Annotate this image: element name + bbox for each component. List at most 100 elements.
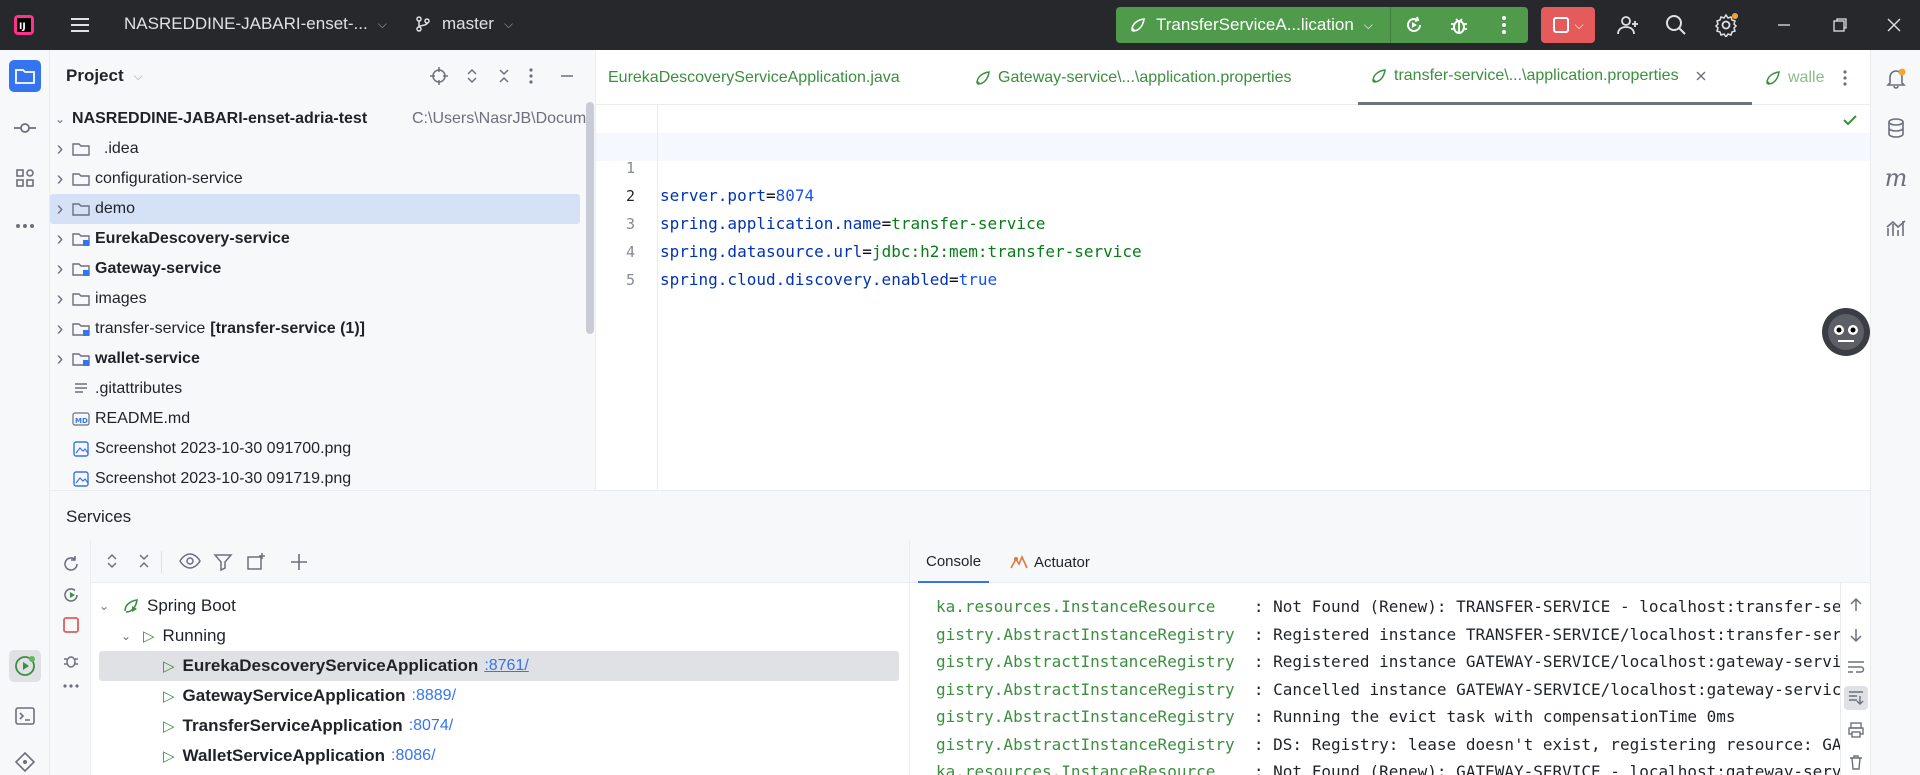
tree-item[interactable]: › wallet-service bbox=[50, 344, 580, 374]
code-line[interactable]: spring.cloud.discovery.enabled=true bbox=[660, 270, 997, 289]
debug-icon[interactable] bbox=[62, 651, 80, 669]
tree-item[interactable]: › demo bbox=[50, 194, 580, 224]
tree-item[interactable]: Screenshot 2023-10-30 091719.png bbox=[50, 464, 580, 490]
tab-transfer-properties[interactable]: transfer-service\...\application.propert… bbox=[1358, 50, 1752, 105]
line-number: 3 bbox=[625, 215, 635, 233]
database-icon[interactable] bbox=[1880, 112, 1912, 144]
new-group-icon[interactable] bbox=[246, 552, 266, 572]
filter-icon[interactable] bbox=[213, 552, 233, 572]
chevron-right-icon[interactable]: › bbox=[50, 258, 70, 281]
notifications-icon[interactable] bbox=[1880, 62, 1912, 94]
profiler-icon[interactable] bbox=[1880, 212, 1912, 244]
tree-item[interactable]: › .idea bbox=[50, 134, 580, 164]
close-window-icon[interactable] bbox=[1882, 13, 1906, 37]
services-tool-icon[interactable] bbox=[9, 650, 41, 682]
git-tool-icon[interactable] bbox=[9, 746, 41, 775]
refresh-icon[interactable] bbox=[62, 555, 80, 573]
settings-icon[interactable] bbox=[1714, 13, 1738, 37]
branch-switcher[interactable]: master ⌵ bbox=[414, 14, 513, 34]
service-port-link[interactable]: :8086/ bbox=[391, 747, 435, 765]
rerun-button[interactable] bbox=[1391, 14, 1436, 36]
print-icon[interactable] bbox=[1847, 721, 1865, 739]
code-line[interactable]: server.port=8074 bbox=[660, 186, 814, 205]
tree-item[interactable]: MD README.md bbox=[50, 404, 580, 434]
line-number-gutter: 1 2 3 4 5 bbox=[596, 105, 658, 490]
locate-icon[interactable] bbox=[430, 67, 448, 85]
clear-all-icon[interactable] bbox=[1847, 753, 1865, 771]
chevron-right-icon[interactable]: › bbox=[50, 168, 70, 191]
terminal-tool-icon[interactable] bbox=[9, 700, 41, 732]
collapse-all-icon[interactable] bbox=[495, 67, 513, 85]
running-group-node[interactable]: ⌄ ▷ Running bbox=[121, 621, 226, 651]
run-config-selector[interactable]: TransferServiceA...lication ⌵ bbox=[1116, 15, 1390, 35]
expand-all-icon[interactable] bbox=[103, 552, 121, 570]
log-source: gistry.AbstractInstanceRegistry bbox=[936, 624, 1254, 644]
tab-wallet[interactable]: walle bbox=[1764, 50, 1836, 105]
tree-item[interactable]: › EurekaDescovery-service bbox=[50, 224, 580, 254]
scroll-down-icon[interactable] bbox=[1848, 627, 1864, 643]
debug-button[interactable] bbox=[1436, 14, 1481, 36]
commit-tool-icon[interactable] bbox=[9, 112, 41, 144]
service-item-eureka[interactable]: ▷ EurekaDescoveryServiceApplication :876… bbox=[163, 651, 529, 681]
add-service-icon[interactable] bbox=[289, 552, 309, 572]
branch-icon bbox=[414, 15, 432, 33]
service-item-transfer[interactable]: ▷ TransferServiceApplication :8074/ bbox=[163, 711, 453, 741]
scrollbar[interactable] bbox=[586, 102, 594, 334]
tree-item[interactable]: › configuration-service bbox=[50, 164, 580, 194]
hide-panel-icon[interactable] bbox=[558, 67, 576, 85]
chevron-right-icon[interactable]: › bbox=[50, 348, 70, 371]
service-port-link[interactable]: :8889/ bbox=[412, 687, 456, 705]
code-line[interactable]: spring.application.name=transfer-service bbox=[660, 214, 1045, 233]
eye-icon[interactable] bbox=[179, 552, 201, 570]
scroll-up-icon[interactable] bbox=[1848, 597, 1864, 613]
more-tools-icon[interactable] bbox=[9, 210, 41, 242]
spring-boot-node[interactable]: ⌄ Spring Boot bbox=[99, 591, 236, 621]
chevron-right-icon[interactable]: › bbox=[50, 198, 70, 221]
chevron-right-icon[interactable]: › bbox=[50, 138, 70, 161]
more-actions-icon[interactable] bbox=[1481, 15, 1526, 35]
maven-icon[interactable]: m bbox=[1880, 162, 1912, 194]
service-port-link[interactable]: :8761/ bbox=[484, 657, 528, 675]
structure-tool-icon[interactable] bbox=[9, 162, 41, 194]
tab-options-icon[interactable] bbox=[1842, 69, 1848, 87]
close-tab-icon[interactable] bbox=[1695, 70, 1707, 82]
options-icon[interactable] bbox=[528, 67, 534, 85]
project-tool-icon[interactable] bbox=[9, 60, 41, 92]
assistant-avatar-icon[interactable] bbox=[1822, 308, 1870, 356]
tab-eureka-app[interactable]: EurekaDescoveryServiceApplication.java bbox=[608, 50, 900, 105]
rerun-icon[interactable] bbox=[62, 585, 82, 605]
app-logo-icon[interactable]: IJ bbox=[12, 13, 36, 37]
root-name: NASREDDINE-JABARI-enset-adria-test bbox=[72, 110, 368, 127]
scroll-to-end-icon[interactable] bbox=[1844, 686, 1868, 710]
main-menu-icon[interactable] bbox=[68, 13, 92, 37]
stop-icon[interactable] bbox=[63, 617, 79, 633]
tree-item[interactable]: › images bbox=[50, 284, 580, 314]
tree-item[interactable]: › transfer-service [transfer-service (1)] bbox=[50, 314, 580, 344]
service-item-wallet[interactable]: ▷ WalletServiceApplication :8086/ bbox=[163, 741, 436, 771]
service-port-link[interactable]: :8074/ bbox=[409, 717, 453, 735]
minimize-window-icon[interactable] bbox=[1772, 13, 1796, 37]
restore-window-icon[interactable] bbox=[1828, 13, 1852, 37]
tab-gateway-properties[interactable]: Gateway-service\...\application.properti… bbox=[974, 50, 1291, 105]
tree-root[interactable]: ⌄ NASREDDINE-JABARI-enset-adria-test C:\… bbox=[50, 104, 586, 134]
collapse-all-icon[interactable] bbox=[135, 552, 153, 570]
stop-button[interactable]: ⌵ bbox=[1541, 7, 1595, 43]
tab-label: EurekaDescoveryServiceApplication.java bbox=[608, 68, 900, 86]
user-icon[interactable] bbox=[1616, 13, 1640, 37]
expand-all-icon[interactable] bbox=[463, 67, 481, 85]
tree-item[interactable]: .gitattributes bbox=[50, 374, 580, 404]
tree-item-label: .idea bbox=[95, 140, 139, 157]
chevron-right-icon[interactable]: › bbox=[50, 288, 70, 311]
project-view-selector[interactable]: Project ⌵ bbox=[66, 66, 143, 86]
code-line[interactable]: spring.datasource.url=jdbc:h2:mem:transf… bbox=[660, 242, 1142, 261]
tree-item[interactable]: Screenshot 2023-10-30 091700.png bbox=[50, 434, 580, 464]
tree-item[interactable]: › Gateway-service bbox=[50, 254, 580, 284]
soft-wrap-icon[interactable] bbox=[1847, 659, 1865, 675]
log-line: ka.resources.InstanceResource : Not Foun… bbox=[936, 597, 1851, 616]
project-switcher[interactable]: NASREDDINE-JABARI-enset-... ⌵ bbox=[124, 14, 387, 34]
more-icon[interactable] bbox=[62, 683, 80, 689]
chevron-right-icon[interactable]: › bbox=[50, 318, 70, 341]
service-item-gateway[interactable]: ▷ GatewayServiceApplication :8889/ bbox=[163, 681, 456, 711]
search-icon[interactable] bbox=[1664, 13, 1688, 37]
chevron-right-icon[interactable]: › bbox=[50, 228, 70, 251]
